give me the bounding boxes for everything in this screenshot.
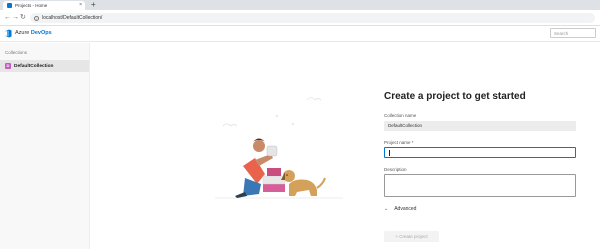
sidebar-item-defaultcollection[interactable]: D DefaultCollection	[0, 60, 89, 72]
azure-devops-logo-icon[interactable]	[4, 29, 12, 38]
reload-icon[interactable]: ↻	[20, 13, 26, 22]
chevron-down-icon: ⌄	[384, 206, 389, 212]
sidebar: Collections D DefaultCollection	[0, 43, 90, 249]
sidebar-item-label: DefaultCollection	[14, 63, 54, 69]
collection-name-field: DefaultCollection	[384, 121, 576, 131]
app-header: Azure DevOps Search	[0, 26, 600, 42]
description-label: Description	[384, 167, 407, 172]
project-name-input[interactable]	[384, 147, 576, 158]
project-illustration	[215, 97, 343, 199]
brand-name[interactable]: Azure DevOps	[15, 30, 52, 36]
forward-arrow-icon[interactable]: →	[12, 13, 19, 22]
browser-tab[interactable]: Projects - Home ×	[3, 1, 85, 10]
create-project-form: Create a project to get started Collecti…	[384, 90, 578, 242]
url-text: localhost/DefaultCollection/	[42, 15, 103, 21]
collection-avatar: D	[5, 63, 11, 69]
create-project-button[interactable]: + Create project	[384, 231, 439, 242]
browser-tab-title: Projects - Home	[15, 3, 48, 8]
back-arrow-icon[interactable]: ←	[4, 13, 11, 22]
new-tab-button[interactable]: +	[91, 0, 96, 10]
browser-tab-bar: Projects - Home × +	[0, 0, 600, 10]
tab-close-icon[interactable]: ×	[79, 2, 82, 8]
text-caret	[389, 150, 390, 156]
advanced-toggle[interactable]: ⌄ Advanced	[384, 206, 416, 212]
info-icon[interactable]: i	[34, 15, 39, 21]
address-bar[interactable]: i localhost/DefaultCollection/	[30, 13, 595, 23]
description-textarea[interactable]	[384, 174, 576, 197]
advanced-label: Advanced	[394, 206, 417, 212]
collection-name-label: Collection name	[384, 113, 417, 118]
browser-toolbar: ← → ↻ i localhost/DefaultCollection/	[0, 10, 600, 26]
favicon-icon	[7, 3, 12, 8]
page-title: Create a project to get started	[384, 91, 526, 102]
search-input[interactable]: Search	[550, 28, 596, 38]
sidebar-heading: Collections	[5, 50, 28, 55]
project-name-label: Project name *	[384, 140, 414, 145]
